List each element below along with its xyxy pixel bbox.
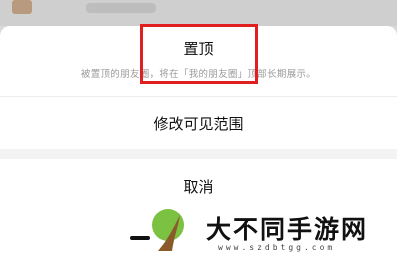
red-highlight-box (140, 24, 258, 84)
blurred-post-text (86, 3, 156, 13)
edit-visibility-label: 修改可见范围 (153, 115, 244, 133)
home-indicator (130, 236, 150, 240)
watermark-title: 大不同手游网 (206, 215, 369, 244)
section-gap (0, 149, 397, 159)
avatar (12, 0, 32, 14)
cancel-label: 取消 (183, 178, 214, 196)
background-feed (0, 0, 397, 26)
watermark-url: www.szdbtgg.com (218, 243, 336, 252)
cancel-button[interactable]: 取消 (0, 159, 397, 207)
leaf-logo-icon (152, 209, 184, 251)
edit-visibility-option[interactable]: 修改可见范围 (0, 97, 397, 149)
